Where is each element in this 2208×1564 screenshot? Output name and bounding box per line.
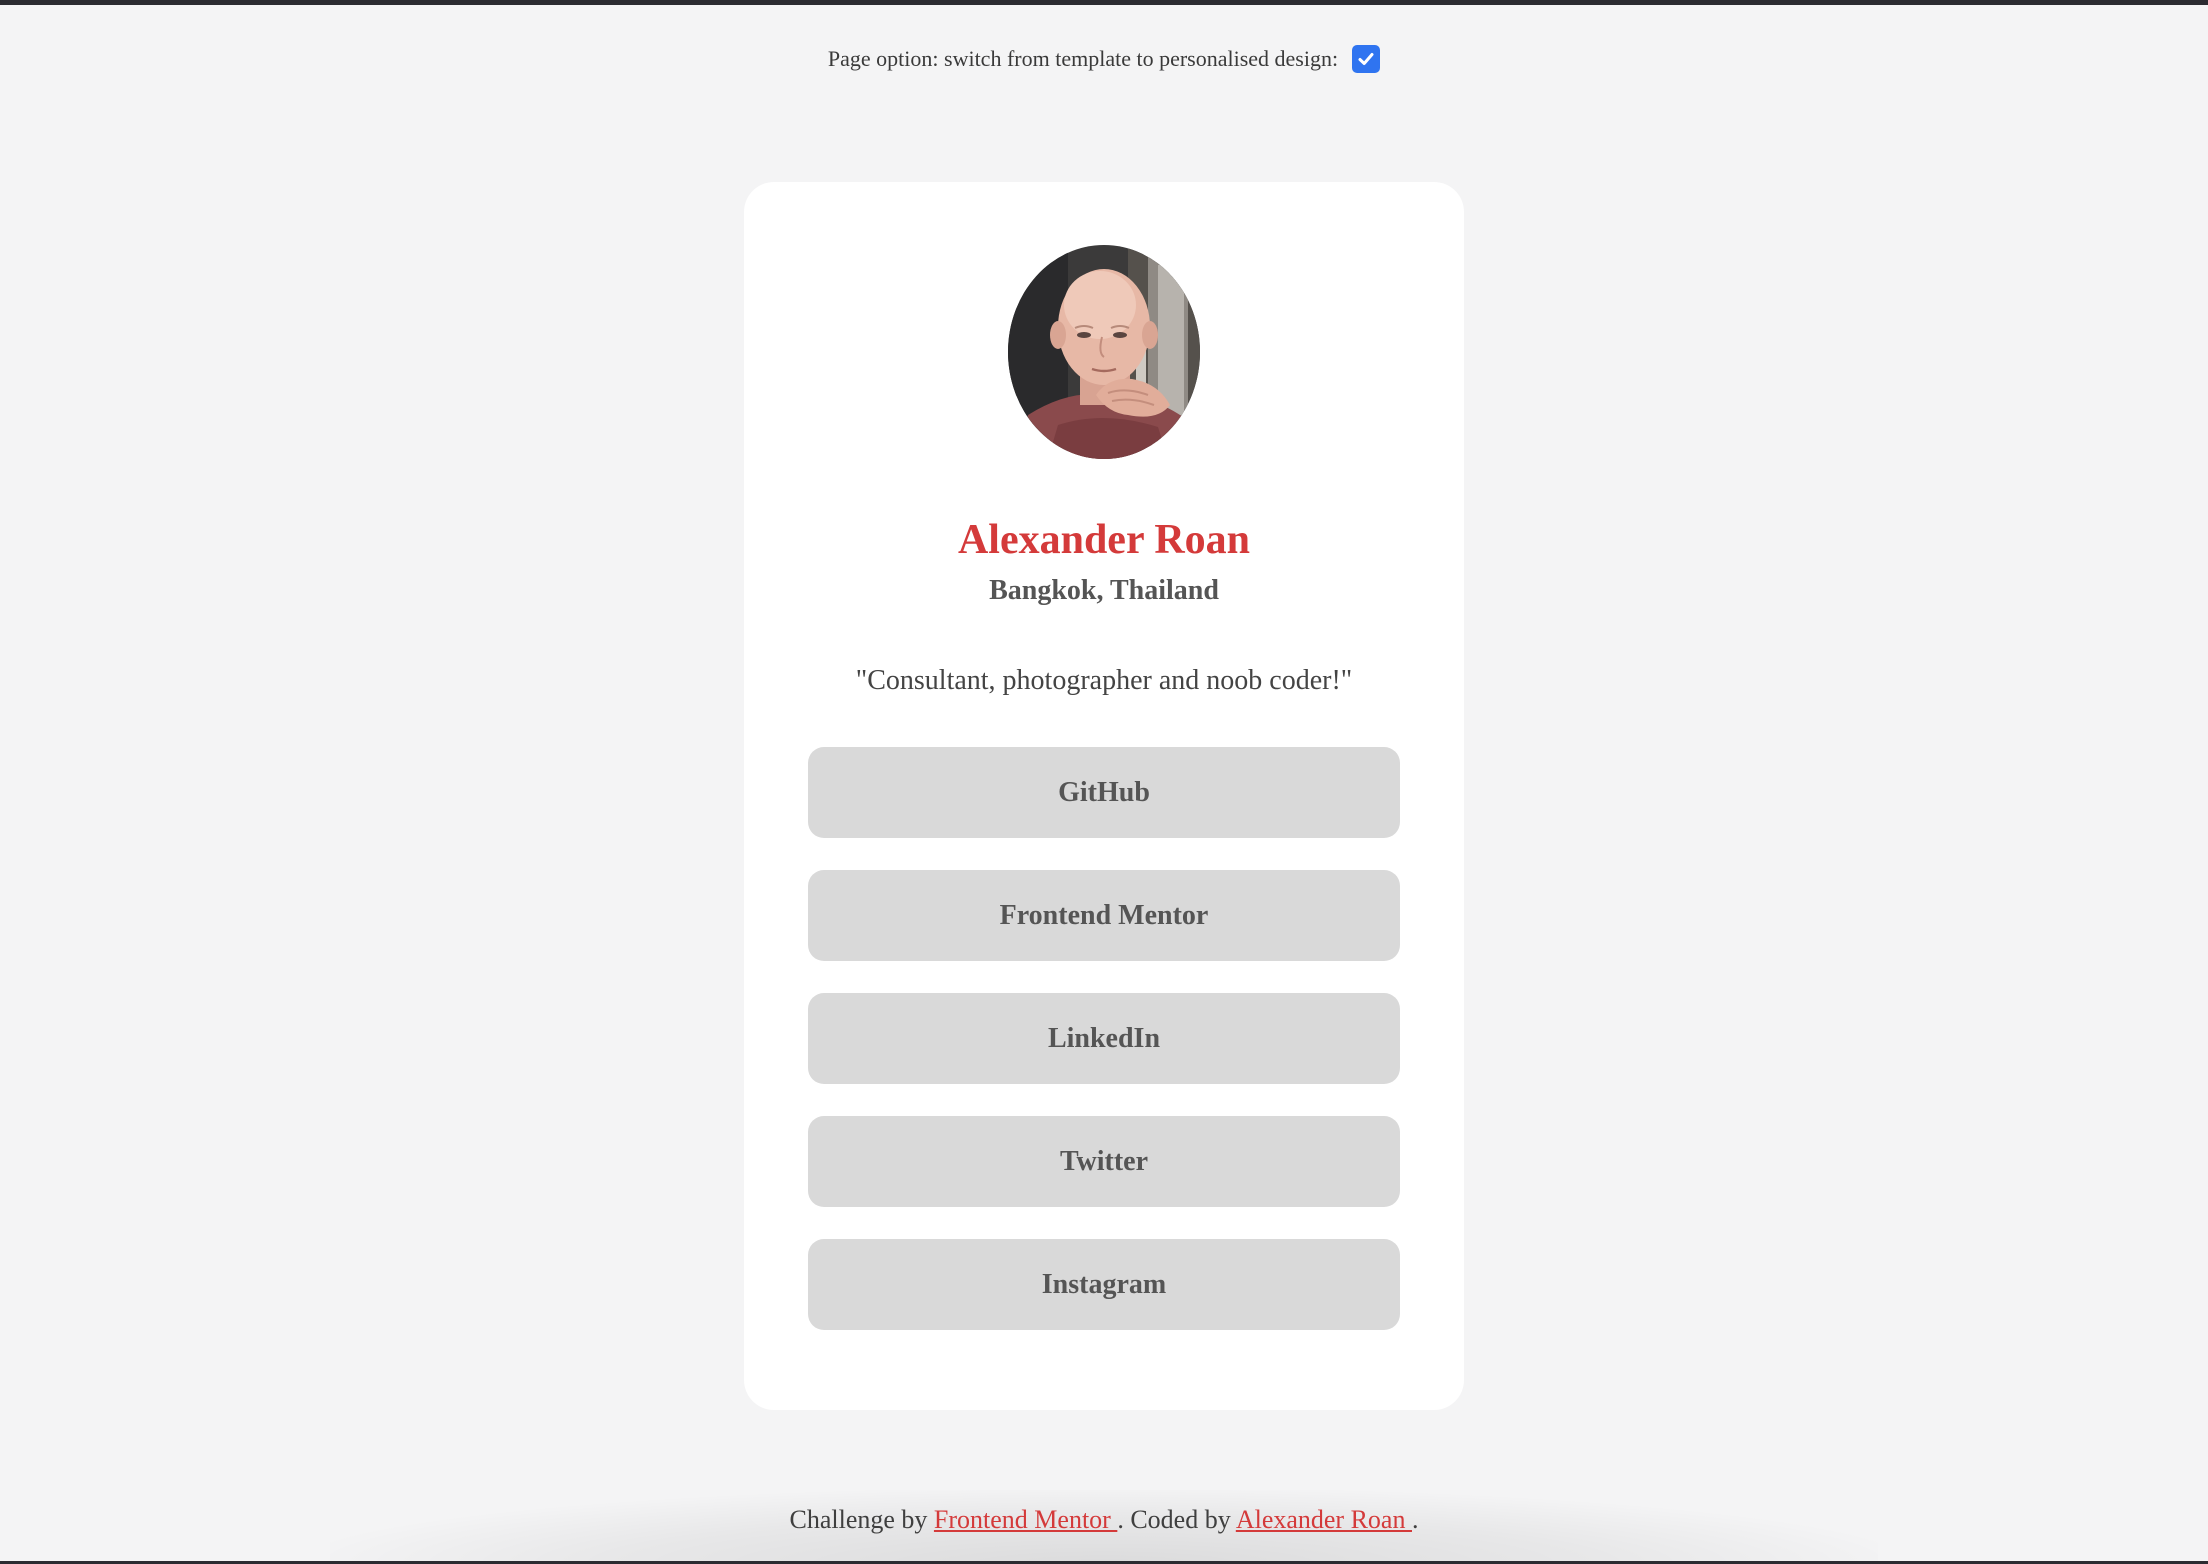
instagram-link-button[interactable]: Instagram (808, 1239, 1400, 1330)
page-option-label: Page option: switch from template to per… (827, 46, 1339, 71)
design-toggle-checkbox[interactable] (1352, 45, 1381, 73)
profile-location: Bangkok, Thailand (989, 575, 1219, 606)
profile-bio: "Consultant, photographer and noob coder… (855, 665, 1353, 696)
frontend-mentor-footer-link[interactable]: Frontend Mentor (934, 1505, 1117, 1534)
footer-prefix: Challenge by (789, 1505, 928, 1534)
profile-card: Alexander Roan Bangkok, Thailand "Consul… (744, 182, 1464, 1410)
window-top-border (0, 0, 2208, 5)
github-link-button[interactable]: GitHub (808, 747, 1400, 838)
footer-middle: . Coded by (1117, 1505, 1231, 1534)
page-option-bar: Page option: switch from template to per… (0, 40, 2208, 78)
checkmark-icon (1358, 53, 1374, 65)
twitter-link-button[interactable]: Twitter (808, 1116, 1400, 1207)
author-footer-link[interactable]: Alexander Roan (1236, 1505, 1412, 1534)
linkedin-link-button[interactable]: LinkedIn (808, 993, 1400, 1084)
social-links: GitHub Frontend Mentor LinkedIn Twitter … (808, 747, 1400, 1362)
footer-suffix: . (1411, 1505, 1419, 1534)
profile-name: Alexander Roan (957, 517, 1251, 563)
avatar (1008, 245, 1200, 459)
frontend-mentor-link-button[interactable]: Frontend Mentor (808, 870, 1400, 961)
avatar-photo (1008, 245, 1200, 459)
attribution-footer: Challenge by Frontend Mentor . Coded by … (0, 1503, 2208, 1537)
